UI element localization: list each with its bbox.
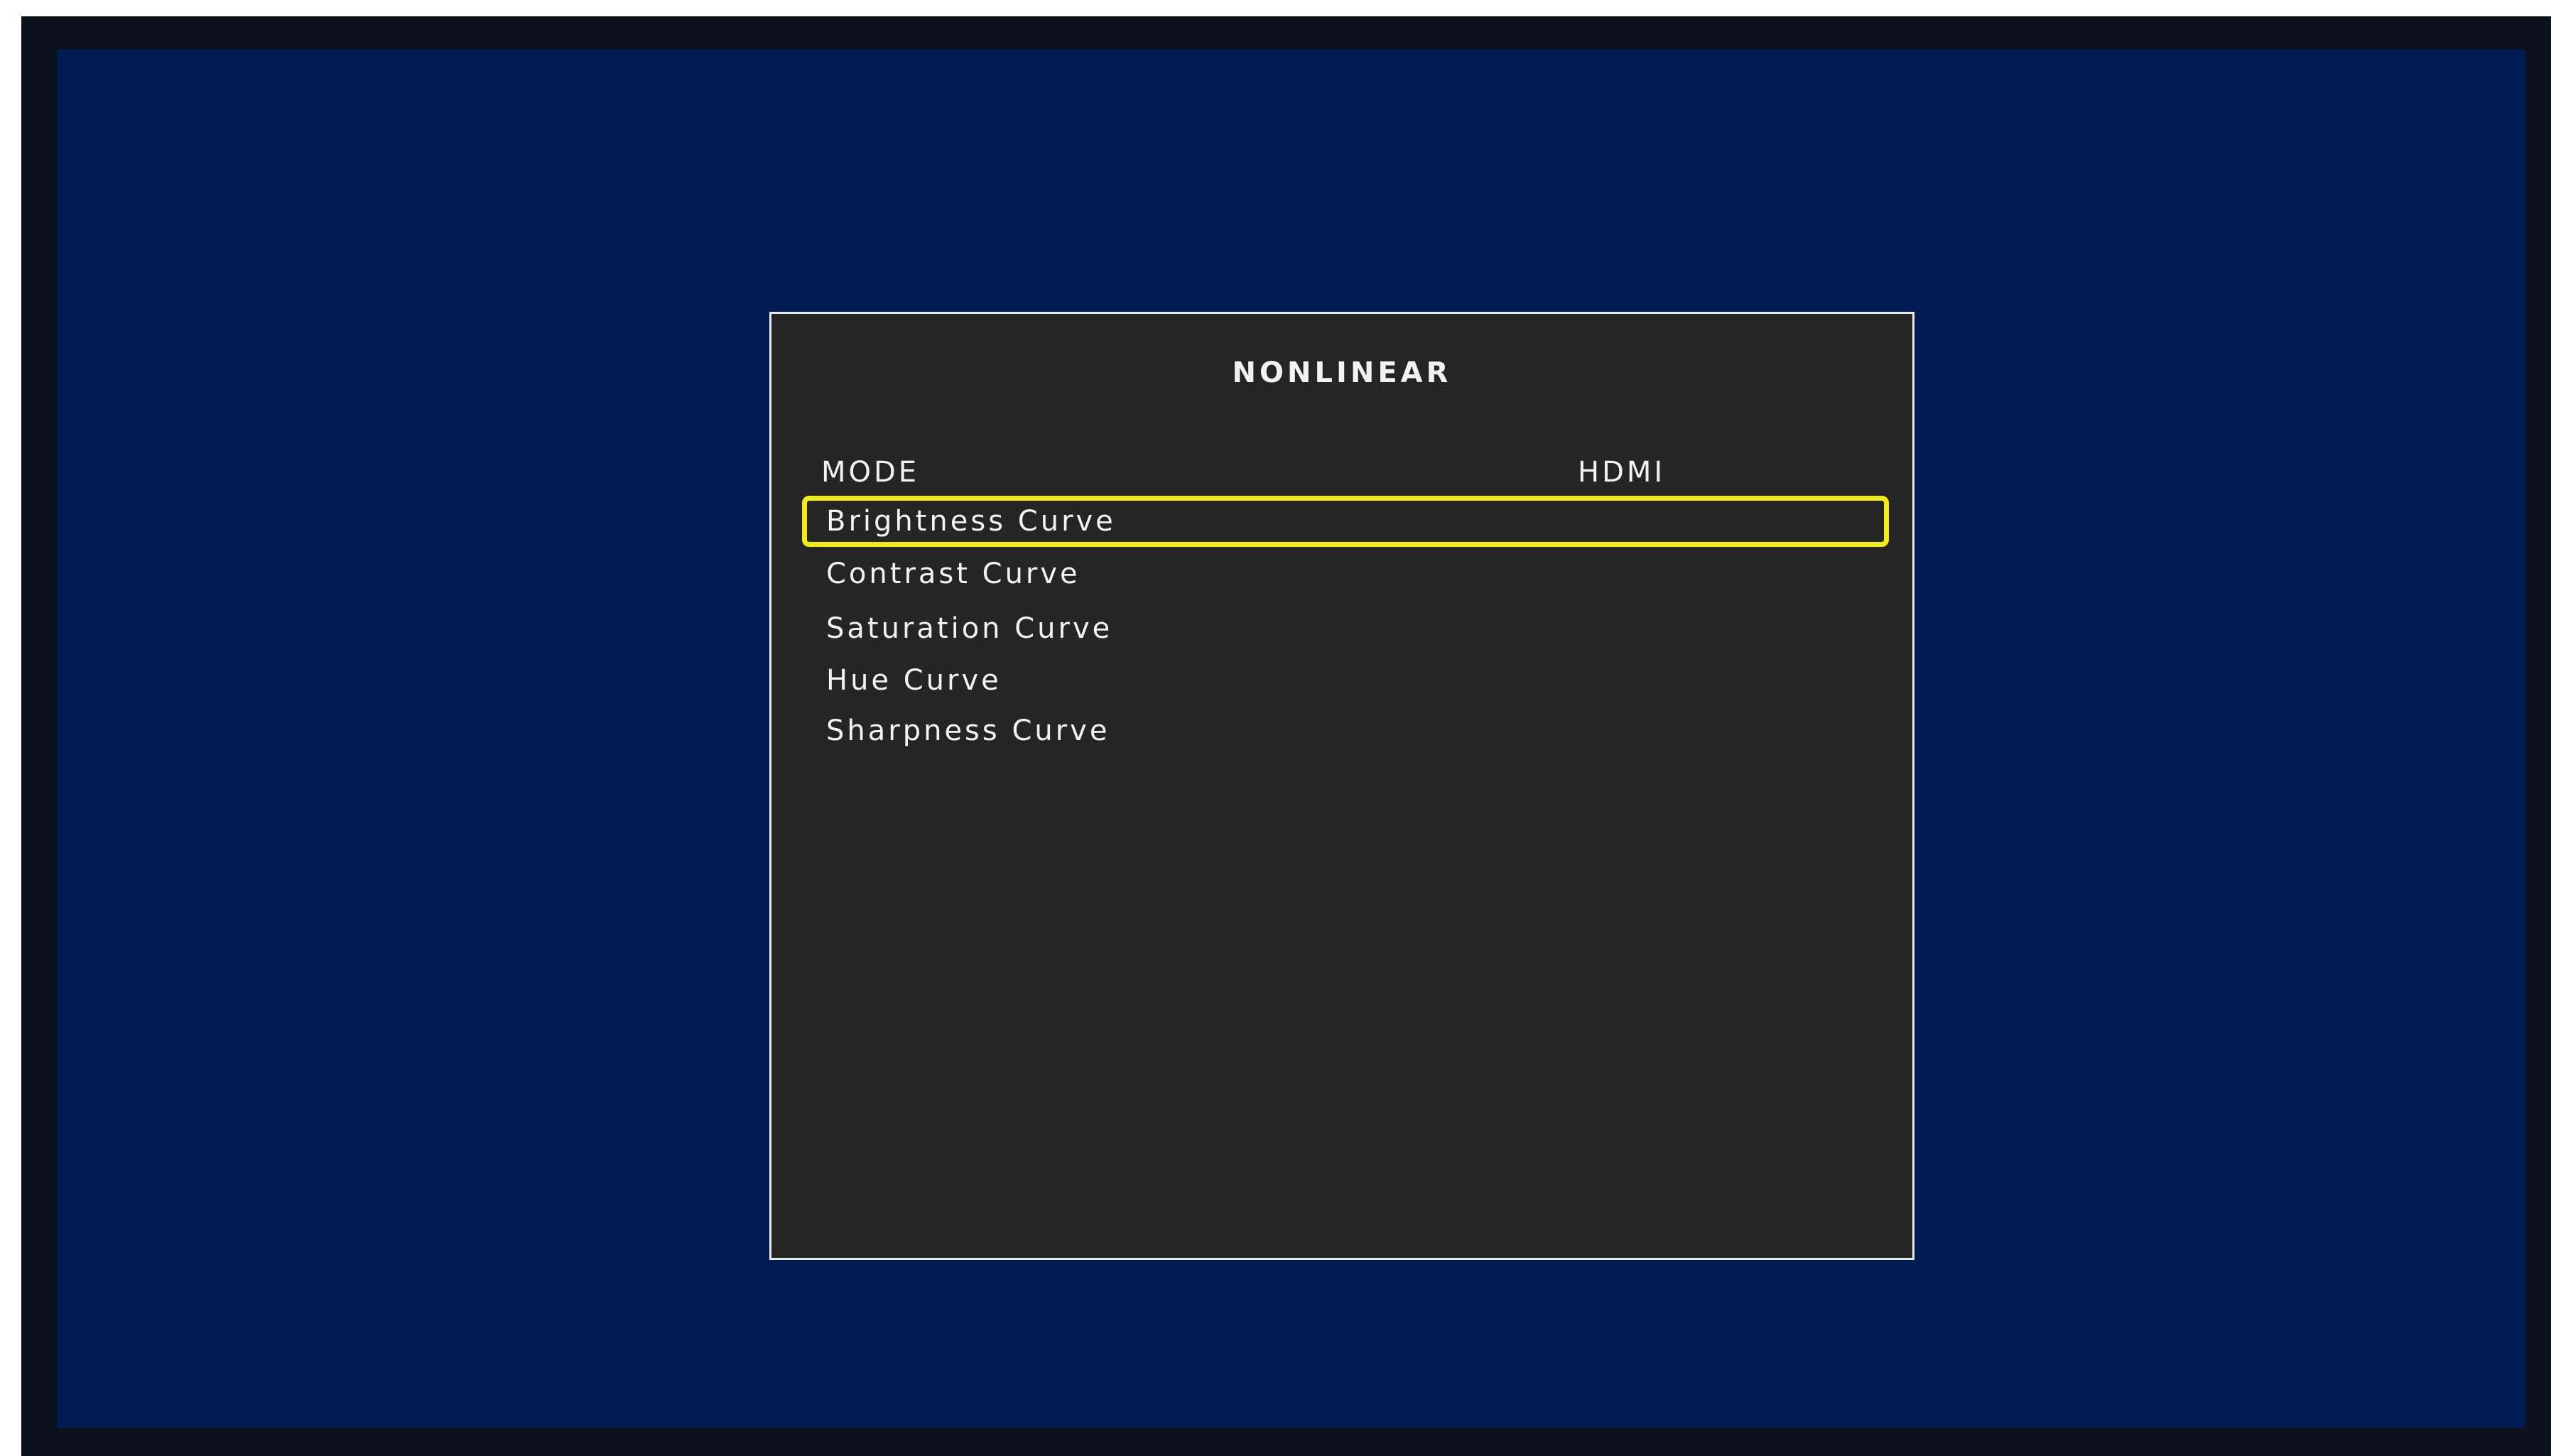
mode-value[interactable]: HDMI [1578, 458, 1665, 487]
menu-item-label: Saturation Curve [826, 612, 1113, 645]
mode-label: MODE [821, 456, 920, 489]
menu-item-label: Hue Curve [826, 664, 1002, 697]
screen: NONLINEAR MODE HDMI Brightness Curve Con… [57, 50, 2525, 1428]
menu-item-sharpness-curve[interactable]: Sharpness Curve [802, 705, 1889, 756]
menu-title: NONLINEAR [1232, 357, 1452, 389]
menu-item-saturation-curve[interactable]: Saturation Curve [802, 603, 1889, 654]
menu-item-brightness-curve[interactable]: Brightness Curve [802, 496, 1889, 547]
menu-item-label: Sharpness Curve [826, 715, 1110, 747]
osd-menu-panel: NONLINEAR MODE HDMI Brightness Curve Con… [769, 312, 1914, 1260]
menu-item-label: Contrast Curve [826, 558, 1080, 590]
menu-item-label: Brightness Curve [826, 505, 1116, 538]
menu-item-hue-curve[interactable]: Hue Curve [802, 655, 1889, 706]
menu-item-contrast-curve[interactable]: Contrast Curve [802, 548, 1889, 599]
